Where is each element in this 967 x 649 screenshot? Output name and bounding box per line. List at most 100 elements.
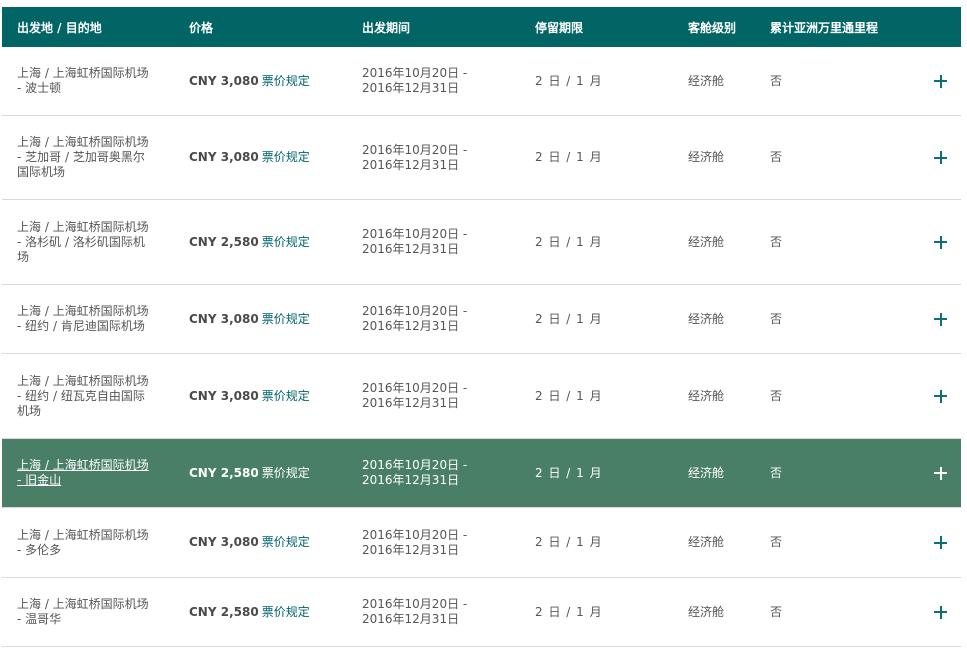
table-row[interactable]: 上海 / 上海虹桥国际机场 - 波士顿 CNY 3,080 票价规定 2016年10… [2,47,961,116]
table-row[interactable]: 上海 / 上海虹桥国际机场 - 芝加哥 / 芝加哥奥黑尔 国际机场 CNY 3,08… [2,116,961,200]
price-amount: CNY 2,580 [189,604,259,619]
fare-rules-link[interactable]: 票价规定 [262,535,310,549]
expand-cell[interactable] [920,536,961,549]
route-line: 场 [17,249,30,264]
dates-line: 2016年10月20日 - [362,304,468,318]
fare-rules-link[interactable]: 票价规定 [262,235,310,249]
header-miles: 累计亚洲万里通里程 [770,20,879,35]
route-line: 上海 / 上海虹桥国际机场 [17,304,149,318]
cabin-cell: 经济舱 [688,535,725,549]
miles-cell: 否 [770,150,783,164]
table-row[interactable]: 上海 / 上海虹桥国际机场 - 旧金山 CNY 2,580 票价规定 2016年10… [2,439,961,508]
header-dates: 出发期间 [362,20,411,35]
plus-icon[interactable] [934,536,947,549]
price-amount: CNY 3,080 [189,73,259,88]
miles-cell: 否 [770,604,783,619]
dates-line: 2016年10月20日 - [362,66,468,80]
price-cell: CNY 2,580 票价规定 [174,235,347,250]
route-line: - 多伦多 [17,542,62,557]
table-row[interactable]: 上海 / 上海虹桥国际机场 - 多伦多 CNY 3,080 票价规定 2016年10… [2,508,961,578]
stay-cell: 2 日 / 1 月 [535,73,603,88]
table-row[interactable]: 上海 / 上海虹桥国际机场 - 洛杉矶 / 洛杉矶国际机场 CNY 2,580 票价… [2,200,961,285]
cabin-cell: 经济舱 [688,388,725,403]
expand-cell[interactable] [920,74,961,88]
price-amount: CNY 3,080 [189,150,259,164]
plus-icon[interactable] [934,605,947,619]
dates-line: 2016年10月20日 - [362,381,468,395]
route-line: - 纽约 / 纽瓦克自由国际 [17,388,145,403]
cabin-cell: 经济舱 [688,311,725,326]
dates-cell: 2016年10月20日 -2016年12月31日 [347,381,520,411]
route-cell[interactable]: 上海 / 上海虹桥国际机场 - 旧金山 [2,458,174,488]
dates-line: 2016年12月31日 [362,319,460,333]
header-stay: 停留期限 [535,20,584,35]
price-cell: CNY 3,080 票价规定 [174,535,347,550]
fare-rules-link[interactable]: 票价规定 [262,312,310,326]
plus-icon[interactable] [934,74,947,88]
fare-rules-link[interactable]: 票价规定 [262,389,310,403]
cabin-cell: 经济舱 [688,73,725,88]
cabin-cell: 经济舱 [688,150,725,164]
plus-icon[interactable] [934,389,947,403]
route-cell: 上海 / 上海虹桥国际机场 - 洛杉矶 / 洛杉矶国际机场 [2,220,174,265]
route-line: 国际机场 [17,165,66,179]
price-amount: CNY 3,080 [189,311,259,326]
expand-cell[interactable] [920,466,961,480]
fare-rules-link[interactable]: 票价规定 [262,466,310,480]
stay-cell: 2 日 / 1 月 [535,311,603,326]
dates-line: 2016年12月31日 [362,396,460,410]
fare-rules-link[interactable]: 票价规定 [262,150,310,164]
route-cell: 上海 / 上海虹桥国际机场 - 芝加哥 / 芝加哥奥黑尔 国际机场 [2,135,174,180]
route-line: - 纽约 / 肯尼迪国际机场 [17,319,145,333]
dates-cell: 2016年10月20日 -2016年12月31日 [347,227,520,257]
miles-cell: 否 [770,465,783,480]
fare-rules-link[interactable]: 票价规定 [262,74,310,88]
dates-cell: 2016年10月20日 -2016年12月31日 [347,597,520,627]
price-amount: CNY 3,080 [189,535,259,549]
expand-cell[interactable] [920,235,961,249]
route-cell: 上海 / 上海虹桥国际机场 - 波士顿 [2,66,174,96]
price-cell: CNY 2,580 票价规定 [174,466,347,481]
dates-line: 2016年12月31日 [362,542,460,557]
header-price: 价格 [189,20,214,35]
expand-cell[interactable] [920,151,961,164]
miles-cell: 否 [770,388,783,403]
table-row[interactable]: 上海 / 上海虹桥国际机场 - 纽约 / 纽瓦克自由国际 机场 CNY 3,080 票… [2,354,961,439]
dates-line: 2016年10月20日 - [362,527,468,542]
plus-icon[interactable] [934,151,947,164]
fare-table: 出发地 / 目的地 价格 出发期间 停留期限 客舱级别 累计亚洲万里通里程 上海… [2,7,961,647]
header-route: 出发地 / 目的地 [17,20,102,35]
route-line: - 波士顿 [17,81,62,95]
plus-icon[interactable] [934,235,947,249]
route-line: 上海 / 上海虹桥国际机场 [17,66,149,80]
table-body: 上海 / 上海虹桥国际机场 - 波士顿 CNY 3,080 票价规定 2016年10… [2,47,961,647]
plus-icon[interactable] [934,312,947,326]
table-row[interactable]: 上海 / 上海虹桥国际机场 - 纽约 / 肯尼迪国际机场 CNY 3,080 票价规… [2,285,961,354]
miles-cell: 否 [770,535,783,549]
dates-cell: 2016年10月20日 -2016年12月31日 [347,143,520,173]
price-cell: CNY 3,080 票价规定 [174,150,347,165]
route-line: - 芝加哥 / 芝加哥奥黑尔 [17,150,145,164]
dates-line: 2016年10月20日 - [362,458,468,472]
plus-icon[interactable] [934,466,947,480]
stay-cell: 2 日 / 1 月 [535,535,603,549]
table-row[interactable]: 上海 / 上海虹桥国际机场 - 温哥华 CNY 2,580 票价规定 2016年10… [2,578,961,647]
route-line: 上海 / 上海虹桥国际机场 [17,219,149,234]
route-line: - 洛杉矶 / 洛杉矶国际机 [17,234,145,249]
route-cell: 上海 / 上海虹桥国际机场 - 纽约 / 肯尼迪国际机场 [2,304,174,334]
dates-cell: 2016年10月20日 -2016年12月31日 [347,304,520,334]
dates-line: 2016年10月20日 - [362,597,468,611]
price-amount: CNY 3,080 [189,388,259,403]
route-cell: 上海 / 上海虹桥国际机场 - 多伦多 [2,528,174,558]
route-line: 机场 [17,403,42,418]
expand-cell[interactable] [920,605,961,619]
dates-line: 2016年12月31日 [362,612,460,626]
price-amount: CNY 2,580 [189,234,259,249]
stay-cell: 2 日 / 1 月 [535,604,603,619]
price-amount: CNY 2,580 [189,465,259,480]
expand-cell[interactable] [920,312,961,326]
table-header: 出发地 / 目的地 价格 出发期间 停留期限 客舱级别 累计亚洲万里通里程 [2,7,961,47]
expand-cell[interactable] [920,389,961,403]
fare-rules-link[interactable]: 票价规定 [262,605,310,619]
route-line: - 旧金山 [17,473,62,487]
